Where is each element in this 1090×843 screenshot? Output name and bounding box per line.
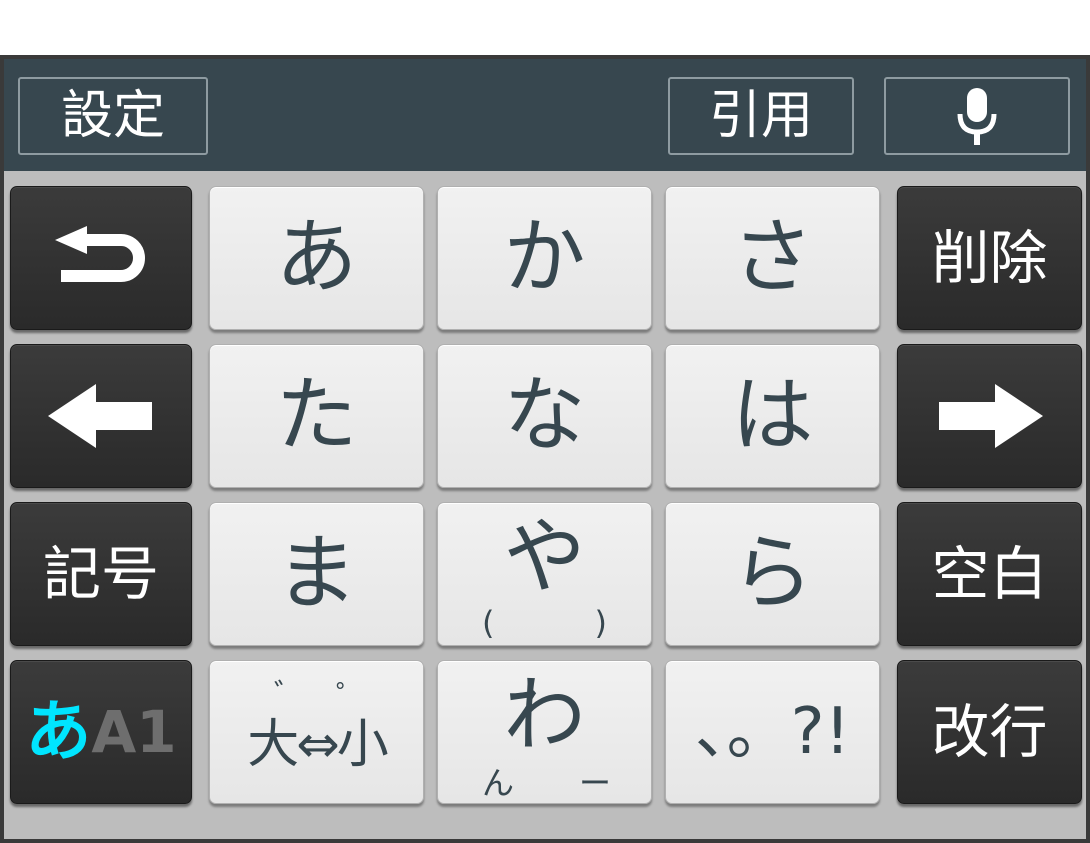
key-na[interactable]: な xyxy=(437,344,652,488)
key-ha[interactable]: は xyxy=(665,344,880,488)
input-mode-key[interactable]: あ A1 xyxy=(10,660,192,804)
key-wa-sub-left: ん xyxy=(482,764,515,802)
undo-arrow-icon xyxy=(53,226,149,290)
key-ma-label: ま xyxy=(275,526,358,621)
key-na-label: な xyxy=(503,368,586,463)
delete-key-label: 削除 xyxy=(931,224,1048,292)
key-sa-label: さ xyxy=(731,210,814,305)
key-ra[interactable]: ら xyxy=(665,502,880,646)
key-ya[interactable]: や ( ) xyxy=(437,502,652,646)
microphone-icon xyxy=(955,86,999,146)
case-toggle-label: 大⇔小 xyxy=(247,715,389,775)
delete-key[interactable]: 削除 xyxy=(897,186,1082,330)
quote-button[interactable]: 引用 xyxy=(668,77,854,155)
key-ka[interactable]: か xyxy=(437,186,652,330)
punctuation-key[interactable]: 、。?! xyxy=(665,660,880,804)
undo-key[interactable] xyxy=(10,186,192,330)
settings-button[interactable]: 設定 xyxy=(18,77,208,155)
key-sa[interactable]: さ xyxy=(665,186,880,330)
left-arrow-icon xyxy=(48,384,154,448)
dakuten-mark: ゛ xyxy=(274,678,304,713)
cursor-right-key[interactable] xyxy=(897,344,1082,488)
key-wa-label: わ xyxy=(503,668,586,763)
key-ya-label: や xyxy=(503,510,586,605)
space-key-label: 空白 xyxy=(931,540,1048,608)
key-ha-label: は xyxy=(731,368,814,463)
enter-key-label: 改行 xyxy=(931,698,1048,766)
key-a-label: あ xyxy=(275,210,358,305)
space-key[interactable]: 空白 xyxy=(897,502,1082,646)
voice-input-button[interactable] xyxy=(884,77,1070,155)
key-ka-label: か xyxy=(503,210,586,305)
right-arrow-icon xyxy=(937,384,1043,448)
key-ya-sub-left: ( xyxy=(482,604,495,642)
key-wa-sub-right: ー xyxy=(578,764,611,802)
case-toggle-key[interactable]: ゛ ゜ 大⇔小 xyxy=(209,660,424,804)
input-mode-kana: あ xyxy=(25,693,92,770)
key-ta-label: た xyxy=(275,368,358,463)
punctuation-key-label: 、。?! xyxy=(694,695,851,769)
handakuten-mark: ゜ xyxy=(336,680,366,715)
key-ta[interactable]: た xyxy=(209,344,424,488)
key-ma[interactable]: ま xyxy=(209,502,424,646)
input-mode-alnum: A1 xyxy=(91,698,177,766)
key-ya-sub-right: ) xyxy=(594,604,607,642)
key-wa[interactable]: わ ん ー xyxy=(437,660,652,804)
symbols-key-label: 記号 xyxy=(42,540,159,608)
keyboard-keys-area: あ か さ 削除 た な は 記号 ま や () ら 空白 あ A1 ゛ ゜ … xyxy=(4,171,1086,839)
key-ra-label: ら xyxy=(731,526,814,621)
cursor-left-key[interactable] xyxy=(10,344,192,488)
enter-key[interactable]: 改行 xyxy=(897,660,1082,804)
key-a[interactable]: あ xyxy=(209,186,424,330)
keyboard-toolbar: 設定 引用 xyxy=(4,59,1086,171)
symbols-key[interactable]: 記号 xyxy=(10,502,192,646)
